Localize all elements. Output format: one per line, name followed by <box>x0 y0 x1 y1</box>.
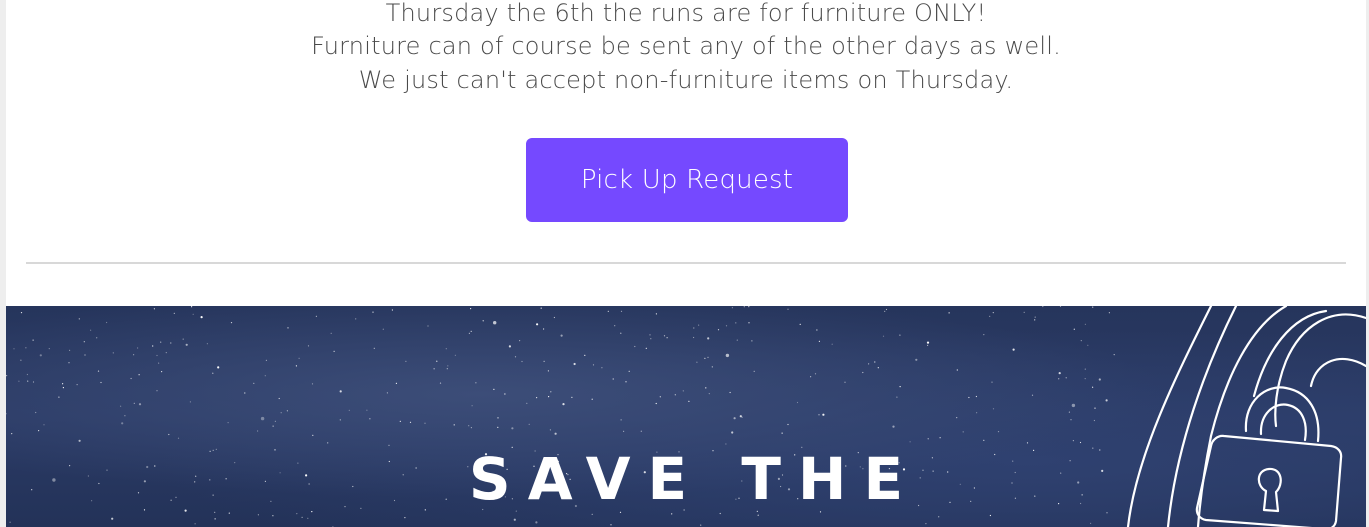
notice-line-2: Furniture can of course be sent any of t… <box>311 32 1061 60</box>
notice-line-1: Thursday the 6th the runs are for furnit… <box>385 0 987 27</box>
save-the-date-banner: SAVE THE <box>6 306 1366 527</box>
notice-line-3: We just can't accept non-furniture items… <box>358 66 1014 94</box>
divider <box>26 262 1346 264</box>
email-content: Thursday the 6th the runs are for furnit… <box>6 0 1366 527</box>
padlock-icon <box>1126 306 1366 527</box>
pick-up-request-button[interactable]: Pick Up Request <box>526 138 848 222</box>
